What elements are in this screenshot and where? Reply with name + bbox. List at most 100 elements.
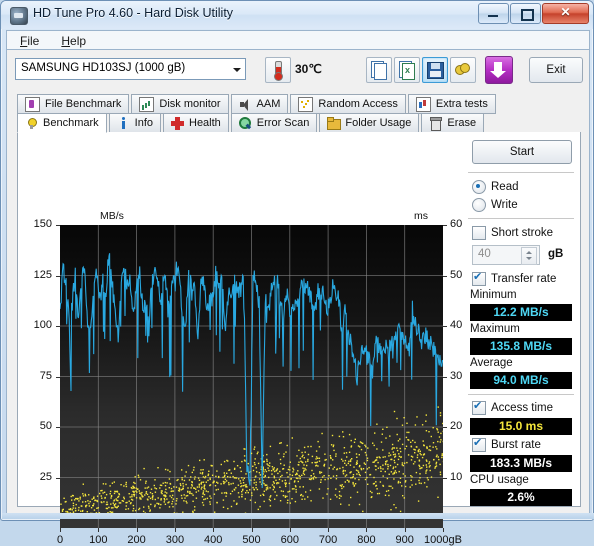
checkbox-transfer-rate[interactable]: Transfer rate <box>472 272 556 286</box>
extra-tests-icon <box>416 97 431 112</box>
main-panel: SAMSUNG HD103SJ (1000 gB) 30℃ <box>6 49 590 515</box>
tab-file-benchmark[interactable]: File Benchmark <box>17 94 129 114</box>
tab-benchmark[interactable]: Benchmark <box>17 113 107 133</box>
tab-aam[interactable]: AAM <box>231 94 289 114</box>
tick-mark <box>443 326 447 327</box>
thermometer-icon <box>275 61 282 75</box>
tab-erase[interactable]: Erase <box>421 113 484 133</box>
tab-label: Folder Usage <box>345 117 411 129</box>
menu-help[interactable]: Help <box>52 33 95 49</box>
average-value: 94.0 MB/s <box>470 372 572 389</box>
y-axis-label-left: MB/s <box>100 210 124 222</box>
tab-label: Error Scan <box>257 117 310 129</box>
tick-mark <box>56 478 60 479</box>
tab-label: Info <box>135 117 153 129</box>
radio-write[interactable]: Write <box>472 198 518 212</box>
x-axis-tick: 0 <box>40 534 80 546</box>
close-button[interactable] <box>542 3 589 24</box>
tick-mark <box>443 478 447 479</box>
window-title: HD Tune Pro 4.60 - Hard Disk Utility <box>33 6 233 20</box>
radio-write-indicator <box>472 198 486 212</box>
maximize-button[interactable] <box>510 3 541 24</box>
tab-label: Random Access <box>318 98 397 110</box>
x-axis-tick: 700 <box>308 534 348 546</box>
primary-tab-row: Benchmark Info Health Error Scan Folder … <box>17 113 486 133</box>
spinner-arrows-icon[interactable] <box>521 247 537 265</box>
exit-button[interactable]: Exit <box>529 57 583 83</box>
tab-folder-usage[interactable]: Folder Usage <box>319 113 419 133</box>
copy-to-clipboard-button[interactable] <box>366 57 392 83</box>
x-axis-tick: 100 <box>78 534 118 546</box>
x-axis-tick: 800 <box>346 534 386 546</box>
checkbox-short-stroke[interactable]: Short stroke <box>472 226 553 240</box>
hdd-icon <box>10 7 28 25</box>
radio-read[interactable]: Read <box>472 180 519 194</box>
start-button[interactable]: Start <box>472 140 572 164</box>
tab-error-scan[interactable]: Error Scan <box>231 113 318 133</box>
gears-icon <box>455 63 470 76</box>
plot-area <box>60 225 443 528</box>
minimize-button[interactable] <box>478 3 509 24</box>
save-button[interactable] <box>422 57 448 83</box>
menu-file[interactable]: File <box>11 33 48 49</box>
tick-mark <box>443 225 447 226</box>
checkbox-burst-rate[interactable]: Burst rate <box>472 438 541 452</box>
download-button[interactable] <box>485 56 513 84</box>
tick-mark <box>443 528 444 532</box>
cpu-usage-value: 2.6% <box>470 489 572 506</box>
radio-read-label: Read <box>491 181 519 193</box>
checkbox-burst-rate-box <box>472 438 486 452</box>
tab-label: Disk monitor <box>159 98 220 110</box>
tick-mark <box>56 377 60 378</box>
checkbox-transfer-rate-label: Transfer rate <box>491 273 556 285</box>
tick-mark <box>290 528 291 532</box>
radio-read-indicator <box>472 180 486 194</box>
tab-label: Extra tests <box>436 98 488 110</box>
burst-rate-value: 183.3 MB/s <box>470 455 572 472</box>
controls-sidebar: Start Read Write Short stroke 40 <box>462 132 580 505</box>
tab-health[interactable]: Health <box>163 113 229 133</box>
checkbox-access-time-label: Access time <box>491 402 553 414</box>
tab-label: Health <box>189 117 221 129</box>
y-axis-tick: 50 <box>26 420 52 432</box>
excel-export-icon <box>402 63 415 80</box>
y-axis-tick: 125 <box>26 269 52 281</box>
drive-selector-value: SAMSUNG HD103SJ (1000 gB) <box>21 62 185 74</box>
tab-disk-monitor[interactable]: Disk monitor <box>131 94 228 114</box>
scatter-icon <box>298 97 313 112</box>
short-stroke-value: 40 <box>478 248 491 260</box>
average-label: Average <box>470 357 513 369</box>
tick-mark <box>443 276 447 277</box>
tab-label: AAM <box>257 98 281 110</box>
down-arrow-icon <box>494 62 502 71</box>
x-axis-tick: 500 <box>232 534 272 546</box>
lightbulb-icon <box>25 117 38 130</box>
short-stroke-input[interactable]: 40 <box>472 245 540 265</box>
radio-write-label: Write <box>491 199 518 211</box>
temperature-indicator <box>265 57 291 83</box>
speaker-icon <box>239 98 252 111</box>
drive-selector[interactable]: SAMSUNG HD103SJ (1000 gB) <box>15 58 246 80</box>
x-axis-tick: 300 <box>155 534 195 546</box>
tab-info[interactable]: Info <box>109 113 161 133</box>
checkbox-short-stroke-box <box>472 226 486 240</box>
export-excel-button[interactable] <box>394 57 420 83</box>
checkbox-access-time-box <box>472 401 486 415</box>
tab-random-access[interactable]: Random Access <box>290 94 405 114</box>
maximum-label: Maximum <box>470 323 520 335</box>
tick-mark <box>213 528 214 532</box>
tick-mark <box>366 528 367 532</box>
tick-mark <box>56 225 60 226</box>
benchmark-panel: MB/s ms 25507510012515010203040506001002… <box>17 132 581 507</box>
y-axis-tick: 75 <box>26 370 52 382</box>
x-axis-tick: 600 <box>270 534 310 546</box>
tick-mark <box>137 528 138 532</box>
tab-extra-tests[interactable]: Extra tests <box>408 94 496 114</box>
checkbox-access-time[interactable]: Access time <box>472 401 553 415</box>
y-axis-tick: 150 <box>26 218 52 230</box>
window-controls <box>478 3 589 24</box>
minimum-label: Minimum <box>470 289 517 301</box>
access-time-value: 15.0 ms <box>470 418 572 435</box>
options-button[interactable] <box>450 57 476 83</box>
divider <box>468 172 574 173</box>
